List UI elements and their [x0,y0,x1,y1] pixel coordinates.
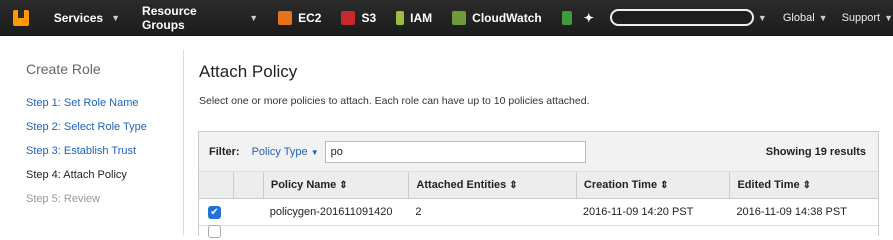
chevron-down-icon: ▼ [111,12,121,23]
shortcut-iam[interactable]: IAM [396,10,433,25]
column-policy-name[interactable]: Policy Name ⇕ [262,172,409,198]
sidebar-title: Create Role [26,61,101,77]
table-row[interactable]: ✔ policygen-201611091420 2 2016-11-09 14… [199,199,878,226]
wizard-sidebar: Create Role Step 1: Set Role Name Step 2… [12,50,184,236]
region-label: Global [782,11,815,24]
aws-logo-icon[interactable] [10,7,32,29]
filter-label: Filter: [209,145,240,158]
column-label: Edited Time [737,179,800,191]
policy-type-dropdown[interactable]: Policy Type ▼ [252,146,319,158]
pin-icon: ✦ [583,10,594,25]
shortcut-label: IAM [410,10,433,25]
row-checkbox[interactable] [208,224,221,238]
resource-groups-menu[interactable]: Resource Groups ▼ [142,4,258,32]
shortcut-label: S3 [361,10,377,25]
column-label: Policy Name [270,179,337,191]
step-establish-trust[interactable]: Step 3: Establish Trust [26,139,183,163]
filter-input[interactable] [324,140,586,163]
step-attach-policy: Step 4: Attach Policy [26,169,127,181]
checkmark-icon: ✔ [210,206,219,218]
policy-table-panel: Filter: Policy Type ▼ Showing 19 results… [198,131,879,238]
column-edited-time[interactable]: Edited Time ⇕ [729,172,878,198]
cloudwatch-icon [452,10,467,25]
sort-icon: ⇕ [509,180,518,191]
shortcut-cloudwatch[interactable]: CloudWatch [452,10,542,25]
sort-icon: ⇕ [339,180,348,191]
shortcut-label: EC2 [298,10,322,25]
creation-time-cell: 2016-11-09 14:20 PST [582,206,694,218]
region-menu[interactable]: Global ▼ [783,12,828,24]
account-menu[interactable] [609,9,754,26]
chevron-down-icon: ▼ [310,147,319,157]
step-select-role-type[interactable]: Step 2: Select Role Type [26,115,183,139]
resource-groups-label: Resource Groups [142,3,197,32]
step-review: Step 5: Review [26,193,100,205]
shortcut-ec2[interactable]: EC2 [278,10,322,25]
chevron-down-icon: ▼ [884,12,893,23]
column-attached-entities[interactable]: Attached Entities ⇕ [408,172,576,198]
column-creation-time[interactable]: Creation Time ⇕ [575,172,730,198]
page-title: Attach Policy [199,62,298,81]
chevron-down-icon: ▼ [249,12,259,23]
policy-name-cell[interactable]: policygen-201611091420 [263,206,409,218]
policy-type-label: Policy Type [251,145,308,158]
row-checkbox[interactable]: ✔ [208,205,221,219]
services-label: Services [53,10,104,25]
shortcut-label: CloudWatch [472,10,542,25]
column-label: Attached Entities [416,179,507,191]
shortcut-icon [561,10,572,25]
attached-entities-cell: 2 [415,206,422,218]
step-set-role-name[interactable]: Step 1: Set Role Name [26,91,183,115]
chevron-down-icon: ▼ [818,12,828,23]
shortcut-s3[interactable]: S3 [341,10,377,25]
top-nav-bar: Services ▼ Resource Groups ▼ EC2 S3 IAM … [0,0,893,36]
edited-time-cell: 2016-11-09 14:38 PST [736,206,847,218]
sort-icon: ⇕ [802,180,812,191]
table-header: Policy Name ⇕ Attached Entities ⇕ Creation… [199,172,878,199]
edit-shortcuts[interactable]: ✦ [561,10,594,25]
results-count: Showing 19 results [765,146,866,158]
support-menu[interactable]: Support ▼ [842,12,893,24]
services-menu[interactable]: Services ▼ [54,11,120,25]
chevron-down-icon: ▼ [757,12,767,23]
sort-icon: ⇕ [660,180,669,191]
iam-icon [396,10,405,25]
s3-icon [341,10,356,25]
page-description: Select one or more policies to attach. E… [199,95,590,107]
select-all-column [199,172,233,198]
table-row[interactable] [199,224,878,238]
support-label: Support [841,11,881,24]
column-label: Creation Time [583,179,658,191]
filter-bar: Filter: Policy Type ▼ Showing 19 results [199,132,878,172]
type-column [232,172,263,198]
ec2-icon [278,10,293,25]
